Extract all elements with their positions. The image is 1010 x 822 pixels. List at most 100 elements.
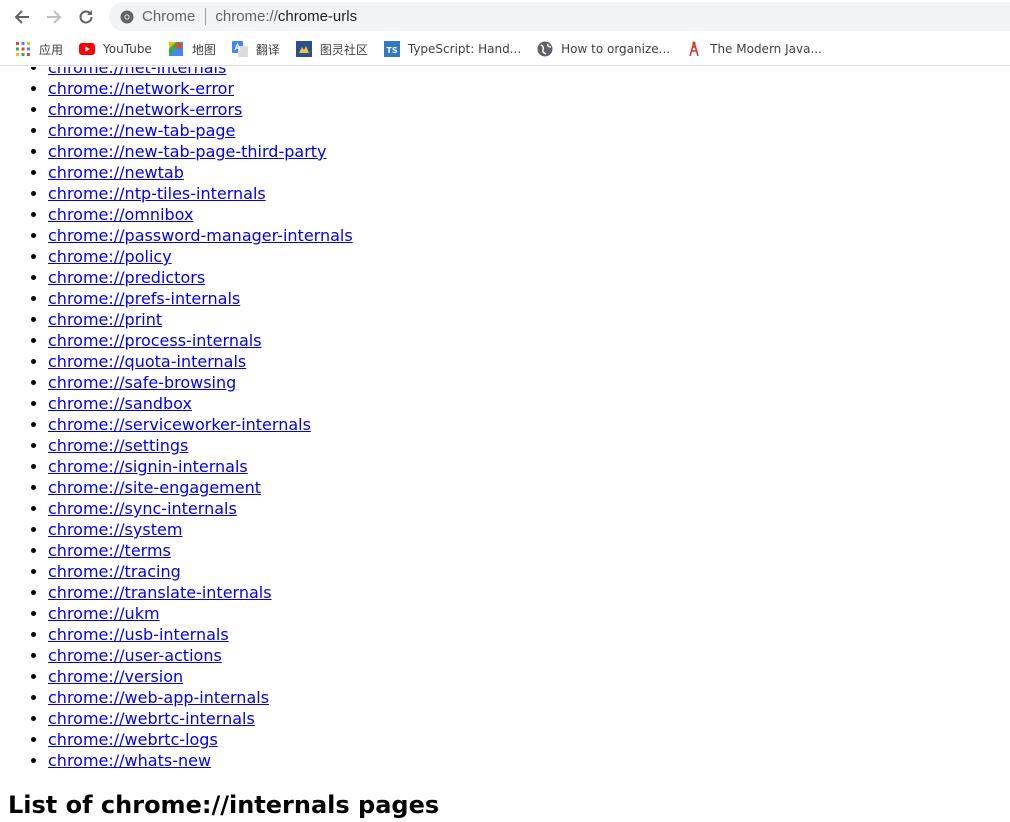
chrome-url-link[interactable]: chrome://ukm (48, 604, 160, 623)
list-item: chrome://tracing (48, 561, 353, 582)
chrome-url-link[interactable]: chrome://print (48, 310, 162, 329)
bookmark-label: 翻译 (255, 42, 280, 57)
chrome-url-link[interactable]: chrome://new-tab-page-third-party (48, 142, 327, 161)
chrome-url-link[interactable]: chrome://ntp-tiles-internals (48, 184, 266, 203)
bookmark-label: 应用 (39, 42, 64, 57)
list-item: chrome://password-manager-internals (48, 225, 353, 246)
chrome-url-link[interactable]: chrome://version (48, 667, 183, 686)
tower-icon (686, 41, 702, 57)
chrome-url-link[interactable]: chrome://serviceworker-internals (48, 415, 311, 434)
chrome-url-link[interactable]: chrome://predictors (48, 268, 205, 287)
chrome-url-link[interactable]: chrome://sync-internals (48, 499, 237, 518)
list-item: chrome://network-errors (48, 99, 353, 120)
chrome-url-link[interactable]: chrome://settings (48, 436, 188, 455)
list-item: chrome://settings (48, 435, 353, 456)
bookmark-label: YouTube (103, 42, 152, 56)
bookmark-apps[interactable]: 应用 (9, 35, 69, 63)
list-item: chrome://predictors (48, 267, 353, 288)
site-chip[interactable]: Chrome (142, 8, 195, 25)
chrome-url-link[interactable]: chrome://site-engagement (48, 478, 261, 497)
chrome-url-link[interactable]: chrome://sandbox (48, 394, 192, 413)
list-item: chrome://omnibox (48, 204, 353, 225)
bookmark-label: How to organize... (561, 42, 671, 56)
list-item: chrome://newtab (48, 162, 353, 183)
chrome-url-link[interactable]: chrome://tracing (48, 562, 181, 581)
apps-grid-icon (15, 41, 31, 57)
page-content: chrome://net-internals chrome://network-e… (0, 67, 1010, 822)
bookmark-label: The Modern Java... (710, 42, 822, 56)
reload-icon (79, 10, 93, 24)
chrome-url-link[interactable]: chrome://web-app-internals (48, 688, 269, 707)
bookmark-turing[interactable]: 图灵社区 (290, 35, 374, 63)
chrome-url-link[interactable]: chrome://newtab (48, 163, 184, 182)
bookmark-youtube[interactable]: YouTube (73, 35, 158, 63)
back-button[interactable] (9, 4, 35, 30)
bookmark-typescript[interactable]: TS TypeScript: Hand... (378, 35, 527, 63)
list-item: chrome://usb-internals (48, 624, 353, 645)
list-item: chrome://ntp-tiles-internals (48, 183, 353, 204)
typescript-icon: TS (383, 41, 400, 57)
turing-icon (295, 41, 312, 57)
list-item: chrome://sandbox (48, 393, 353, 414)
chrome-url-link[interactable]: chrome://omnibox (48, 205, 193, 224)
list-item: chrome://translate-internals (48, 582, 353, 603)
chrome-url-link[interactable]: chrome://network-errors (48, 100, 242, 119)
chrome-url-link[interactable]: chrome://webrtc-internals (48, 709, 255, 728)
svg-text:TS: TS (386, 46, 397, 55)
list-item: chrome://ukm (48, 603, 353, 624)
chrome-url-link[interactable]: chrome://translate-internals (48, 583, 272, 602)
url-host: chrome-urls (277, 8, 358, 25)
list-item: chrome://whats-new (48, 750, 353, 771)
list-item: chrome://policy (48, 246, 353, 267)
chrome-url-link[interactable]: chrome://new-tab-page (48, 121, 235, 140)
bookmark-maps[interactable]: 地图 (162, 35, 222, 63)
list-item: chrome://net-internals (48, 67, 353, 78)
bookmark-how-to-organize[interactable]: How to organize... (531, 35, 676, 63)
chrome-url-link[interactable]: chrome://policy (48, 247, 172, 266)
list-item: chrome://user-actions (48, 645, 353, 666)
bookmark-label: 图灵社区 (319, 42, 368, 57)
chrome-url-link[interactable]: chrome://quota-internals (48, 352, 246, 371)
address-bar[interactable]: Chrome chrome://chrome-urls (109, 2, 1010, 31)
chrome-url-link[interactable]: chrome://net-internals (48, 67, 226, 77)
list-item: chrome://web-app-internals (48, 687, 353, 708)
list-item: chrome://serviceworker-internals (48, 414, 353, 435)
translate-icon (231, 41, 248, 57)
chrome-url-link[interactable]: chrome://webrtc-logs (48, 730, 218, 749)
list-item: chrome://site-engagement (48, 477, 353, 498)
chrome-url-link[interactable]: chrome://usb-internals (48, 625, 229, 644)
chrome-url-link[interactable]: chrome://safe-browsing (48, 373, 236, 392)
list-item: chrome://safe-browsing (48, 372, 353, 393)
url-scheme: chrome:// (215, 8, 278, 25)
list-item: chrome://system (48, 519, 353, 540)
chrome-url-link[interactable]: chrome://network-error (48, 79, 234, 98)
list-item: chrome://network-error (48, 78, 353, 99)
browser-toolbar: Chrome chrome://chrome-urls (0, 0, 1010, 33)
list-item: chrome://webrtc-logs (48, 729, 353, 750)
chrome-url-link[interactable]: chrome://user-actions (48, 646, 222, 665)
arrow-right-icon (47, 10, 62, 24)
forward-button[interactable] (41, 4, 67, 30)
chrome-url-link[interactable]: chrome://password-manager-internals (48, 226, 353, 245)
chrome-logo-icon (120, 10, 134, 24)
bookmark-translate[interactable]: 翻译 (226, 35, 286, 63)
chrome-url-link[interactable]: chrome://process-internals (48, 331, 262, 350)
reload-button[interactable] (73, 4, 99, 30)
list-item: chrome://signin-internals (48, 456, 353, 477)
bookmark-label: 地图 (191, 42, 216, 57)
list-item: chrome://terms (48, 540, 353, 561)
list-item: chrome://new-tab-page (48, 120, 353, 141)
list-item: chrome://prefs-internals (48, 288, 353, 309)
list-item: chrome://quota-internals (48, 351, 353, 372)
chrome-url-link[interactable]: chrome://whats-new (48, 751, 211, 770)
chrome-url-link[interactable]: chrome://system (48, 520, 182, 539)
chrome-url-link[interactable]: chrome://signin-internals (48, 457, 248, 476)
chrome-url-link[interactable]: chrome://terms (48, 541, 171, 560)
chrome-url-link[interactable]: chrome://prefs-internals (48, 289, 240, 308)
list-item: chrome://print (48, 309, 353, 330)
list-item: chrome://webrtc-internals (48, 708, 353, 729)
bookmarks-bar: 应用 YouTube 地图 翻译 图灵社区 TS TypeScript: Han… (0, 33, 1010, 66)
maps-icon (168, 41, 184, 57)
bookmark-modern-java[interactable]: The Modern Java... (680, 35, 828, 63)
chrome-url-list: chrome://net-internals chrome://network-e… (0, 67, 353, 771)
